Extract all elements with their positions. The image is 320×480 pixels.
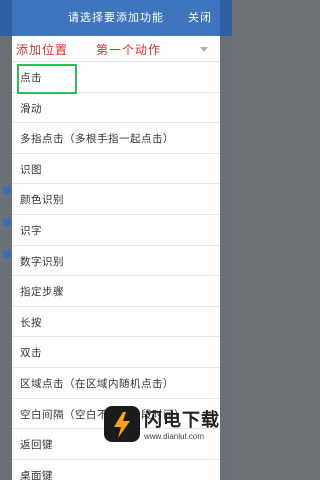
list-item-label: 双击 [20,347,42,360]
action-item-image-recognition[interactable]: 识图 [12,154,220,185]
action-item-color-recognition[interactable]: 颜色识别 [12,184,220,215]
action-item-area-click[interactable]: 区域点击（在区域内随机点击） [12,368,220,399]
watermark: 闪电下载 www.dianlut.com [104,404,232,454]
chevron-down-icon [200,47,208,52]
action-item-goto-step[interactable]: 指定步骤 [12,276,220,307]
list-item-label: 点击 [20,72,42,84]
position-label: 添加位置 [16,43,69,57]
position-value: 第一个动作 [96,43,162,57]
list-item-label: 长按 [20,316,42,329]
action-item-multi-finger-click[interactable]: 多指点击（多根手指一起点击） [12,123,220,154]
list-item-label: 区域点击（在区域内随机点击） [20,377,174,390]
dialog-header: 请选择要添加功能 关闭 [12,0,220,36]
list-item-label: 识图 [20,163,42,176]
action-item-long-press[interactable]: 长按 [12,307,220,338]
list-item-label: 滑动 [20,102,42,115]
action-item-number-recognition[interactable]: 数字识别 [12,246,220,277]
action-item-double-click[interactable]: 双击 [12,337,220,368]
list-item-label: 指定步骤 [20,286,64,299]
list-item-label: 数字识别 [20,255,64,268]
lightning-logo-icon [104,406,140,442]
position-select[interactable]: 添加位置 第一个动作 [12,36,220,62]
action-item-text-recognition[interactable]: 识字 [12,215,220,246]
list-item-label: 颜色识别 [20,194,64,207]
list-item-label: 多指点击（多根手指一起点击） [20,133,174,146]
list-item-label: 返回键 [20,439,53,452]
action-item-home-key[interactable]: 桌面键 [12,460,220,480]
action-item-swipe[interactable]: 滑动 [12,93,220,124]
list-item-label: 桌面键 [20,469,53,480]
close-button[interactable]: 关闭 [188,9,212,25]
watermark-url: www.dianlut.com [144,432,205,441]
action-item-click[interactable]: 点击 [12,62,220,94]
list-item-label: 识字 [20,224,42,237]
watermark-name: 闪电下载 [144,410,220,431]
